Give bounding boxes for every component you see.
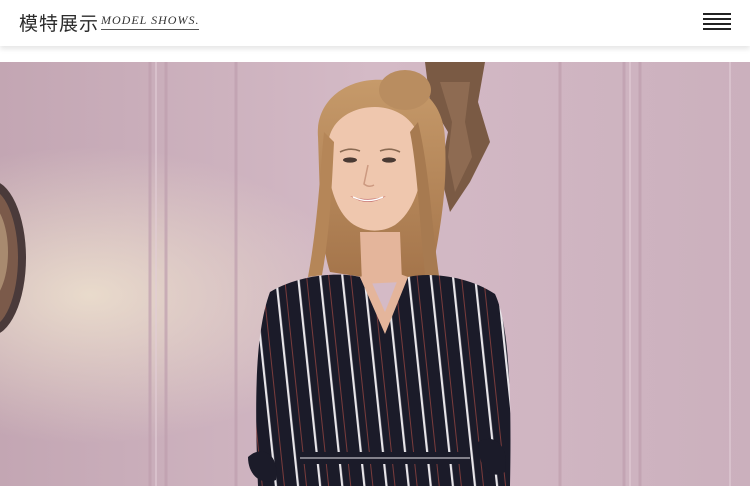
hamburger-menu-icon[interactable] (703, 13, 731, 31)
top-header: 模特展示 MODEL SHOWS. (0, 0, 750, 46)
section-title: 模特展示 (19, 13, 100, 35)
section-subtitle: MODEL SHOWS. (101, 13, 200, 30)
model-photo (0, 62, 750, 486)
model-photo-illustration (0, 62, 750, 486)
